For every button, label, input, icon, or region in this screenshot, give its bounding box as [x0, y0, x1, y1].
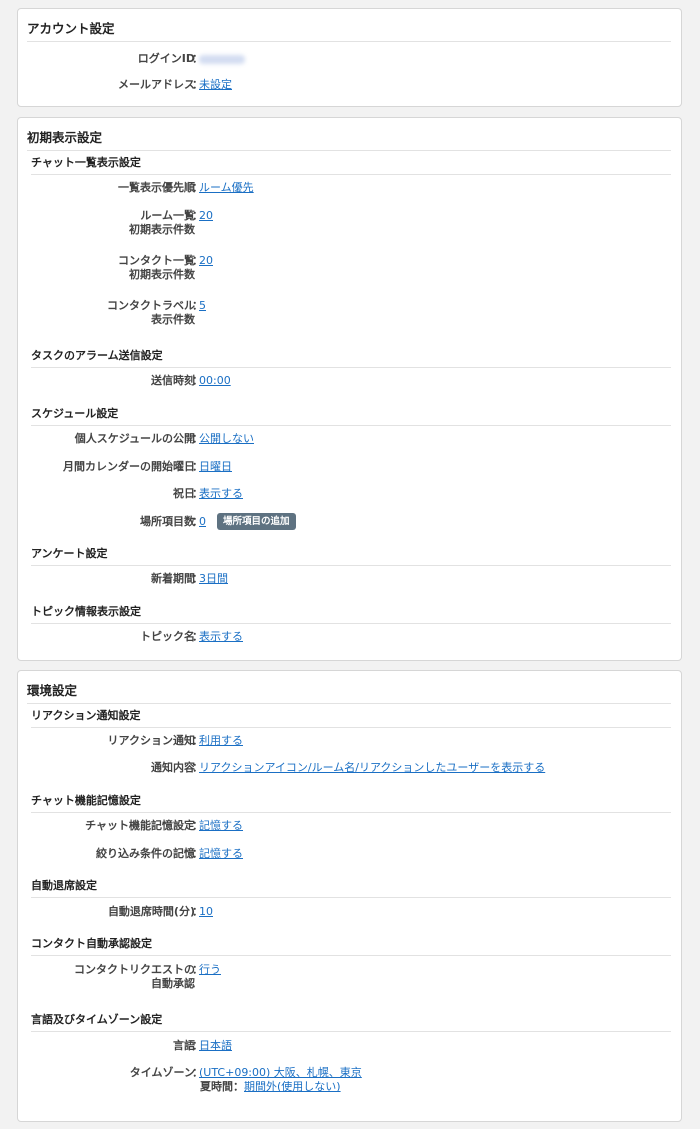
notify-content-label: 通知内容: [151, 761, 195, 774]
chat-memory-link[interactable]: 記憶する: [199, 818, 243, 834]
language-row: 言語 ： 日本語: [18, 1038, 681, 1054]
holiday-label: 祝日: [173, 487, 195, 500]
dst-link[interactable]: 期間外(使用しない): [244, 1079, 341, 1095]
email-label: メールアドレス: [118, 78, 195, 91]
login-id-label: ログインID: [137, 52, 195, 65]
topic-name-row: トピック名 ： 表示する: [18, 629, 681, 645]
timezone-row: タイムゾーン ： (UTC+09:00) 大阪、札幌、東京 夏時間： 期間外(使…: [18, 1065, 681, 1093]
send-time-link[interactable]: 00:00: [199, 373, 231, 389]
new-period-label: 新着期間: [151, 572, 195, 585]
auto-leave-heading: 自動退席設定: [31, 877, 671, 898]
topic-settings-heading: トピック情報表示設定: [31, 603, 671, 624]
list-priority-row: 一覧表示優先順 ： ルーム優先: [18, 180, 681, 196]
topic-name-link[interactable]: 表示する: [199, 629, 243, 645]
calendar-start-row: 月間カレンダーの開始曜日 ： 日曜日: [18, 459, 681, 475]
send-time-label: 送信時刻: [151, 374, 195, 387]
send-time-row: 送信時刻 ： 00:00: [18, 373, 681, 389]
contact-list-sublabel: 初期表示件数: [129, 268, 195, 281]
login-id-row: ログインID ：: [18, 51, 681, 67]
contact-approval-link[interactable]: 行う: [199, 962, 221, 978]
contact-list-count-row: コンタクト一覧 初期表示件数 ： 20: [18, 253, 681, 281]
contact-approval-heading: コンタクト自動承認設定: [31, 935, 671, 956]
initial-display-panel: 初期表示設定 チャット一覧表示設定 一覧表示優先順 ： ルーム優先 ルーム一覧 …: [17, 117, 682, 661]
schedule-settings-heading: スケジュール設定: [31, 405, 671, 426]
timezone-label: タイムゾーン: [129, 1066, 195, 1079]
chat-memory-heading: チャット機能記憶設定: [31, 792, 671, 813]
room-list-count-row: ルーム一覧 初期表示件数 ： 20: [18, 208, 681, 236]
environment-panel: 環境設定 リアクション通知設定 リアクション通知 ： 利用する 通知内容 ： リ…: [17, 670, 682, 1122]
place-count-row: 場所項目数 ： 0 場所項目の追加: [18, 513, 681, 530]
room-list-sublabel: 初期表示件数: [129, 223, 195, 236]
auto-leave-row: 自動退席時間(分) ： 10: [18, 904, 681, 920]
topic-name-label: トピック名: [140, 630, 195, 643]
add-place-item-button[interactable]: 場所項目の追加: [217, 513, 296, 530]
holiday-link[interactable]: 表示する: [199, 486, 243, 502]
contact-list-count-link[interactable]: 20: [199, 253, 213, 269]
environment-title: 環境設定: [27, 671, 671, 704]
contact-approval-row: コンタクトリクエストの 自動承認 ： 行う: [18, 962, 681, 990]
schedule-public-link[interactable]: 公開しない: [199, 431, 254, 447]
chat-memory-row: チャット機能記憶設定 ： 記憶する: [18, 818, 681, 834]
chat-memory-label: チャット機能記憶設定: [85, 819, 195, 832]
list-priority-label: 一覧表示優先順: [118, 181, 195, 194]
contact-label-sublabel: 表示件数: [151, 313, 195, 326]
filter-memory-link[interactable]: 記憶する: [199, 846, 243, 862]
holiday-row: 祝日 ： 表示する: [18, 486, 681, 502]
reaction-notify-label: リアクション通知: [107, 734, 195, 747]
survey-settings-heading: アンケート設定: [31, 545, 671, 566]
email-value-link[interactable]: 未設定: [199, 77, 232, 93]
list-priority-link[interactable]: ルーム優先: [199, 180, 254, 196]
place-count-link[interactable]: 0: [199, 514, 206, 530]
dst-label-text: 夏時間: [200, 1080, 233, 1093]
chat-list-settings-heading: チャット一覧表示設定: [31, 154, 671, 175]
notify-content-row: 通知内容 ： リアクションアイコン/ルーム名/リアクションしたユーザーを表示する: [18, 760, 681, 776]
contact-label-count-link[interactable]: 5: [199, 298, 206, 314]
account-settings-panel: アカウント設定 ログインID ： メールアドレス ： 未設定: [17, 8, 682, 107]
schedule-public-label: 個人スケジュールの公開: [74, 432, 195, 445]
auto-leave-link[interactable]: 10: [199, 904, 213, 920]
place-count-label: 場所項目数: [140, 515, 195, 528]
email-row: メールアドレス ： 未設定: [18, 77, 681, 93]
language-label: 言語: [173, 1039, 195, 1052]
contact-label-count-row: コンタクトラベル 表示件数 ： 5: [18, 298, 681, 326]
auto-leave-label: 自動退席時間(分): [107, 905, 195, 918]
reaction-notify-row: リアクション通知 ： 利用する: [18, 733, 681, 749]
task-alarm-heading: タスクのアラーム送信設定: [31, 347, 671, 368]
room-list-count-link[interactable]: 20: [199, 208, 213, 224]
colon: ：: [233, 1080, 244, 1093]
login-id-value-redacted: [199, 55, 245, 64]
notify-content-link[interactable]: リアクションアイコン/ルーム名/リアクションしたユーザーを表示する: [199, 760, 545, 776]
new-period-row: 新着期間 ： 3日間: [18, 571, 681, 587]
new-period-link[interactable]: 3日間: [199, 571, 228, 587]
calendar-start-link[interactable]: 日曜日: [199, 459, 232, 475]
language-link[interactable]: 日本語: [199, 1038, 232, 1054]
initial-display-title: 初期表示設定: [27, 118, 671, 151]
account-settings-title: アカウント設定: [27, 9, 671, 42]
contact-approval-sublabel: 自動承認: [151, 977, 195, 990]
filter-memory-row: 絞り込み条件の記憶 ： 記憶する: [18, 846, 681, 862]
filter-memory-label: 絞り込み条件の記憶: [96, 847, 195, 860]
locale-heading: 言語及びタイムゾーン設定: [31, 1011, 671, 1032]
schedule-public-row: 個人スケジュールの公開 ： 公開しない: [18, 431, 681, 447]
calendar-start-label: 月間カレンダーの開始曜日: [63, 460, 195, 473]
reaction-notify-link[interactable]: 利用する: [199, 733, 243, 749]
dst-label: 夏時間：: [200, 1079, 244, 1095]
reaction-settings-heading: リアクション通知設定: [31, 707, 671, 728]
